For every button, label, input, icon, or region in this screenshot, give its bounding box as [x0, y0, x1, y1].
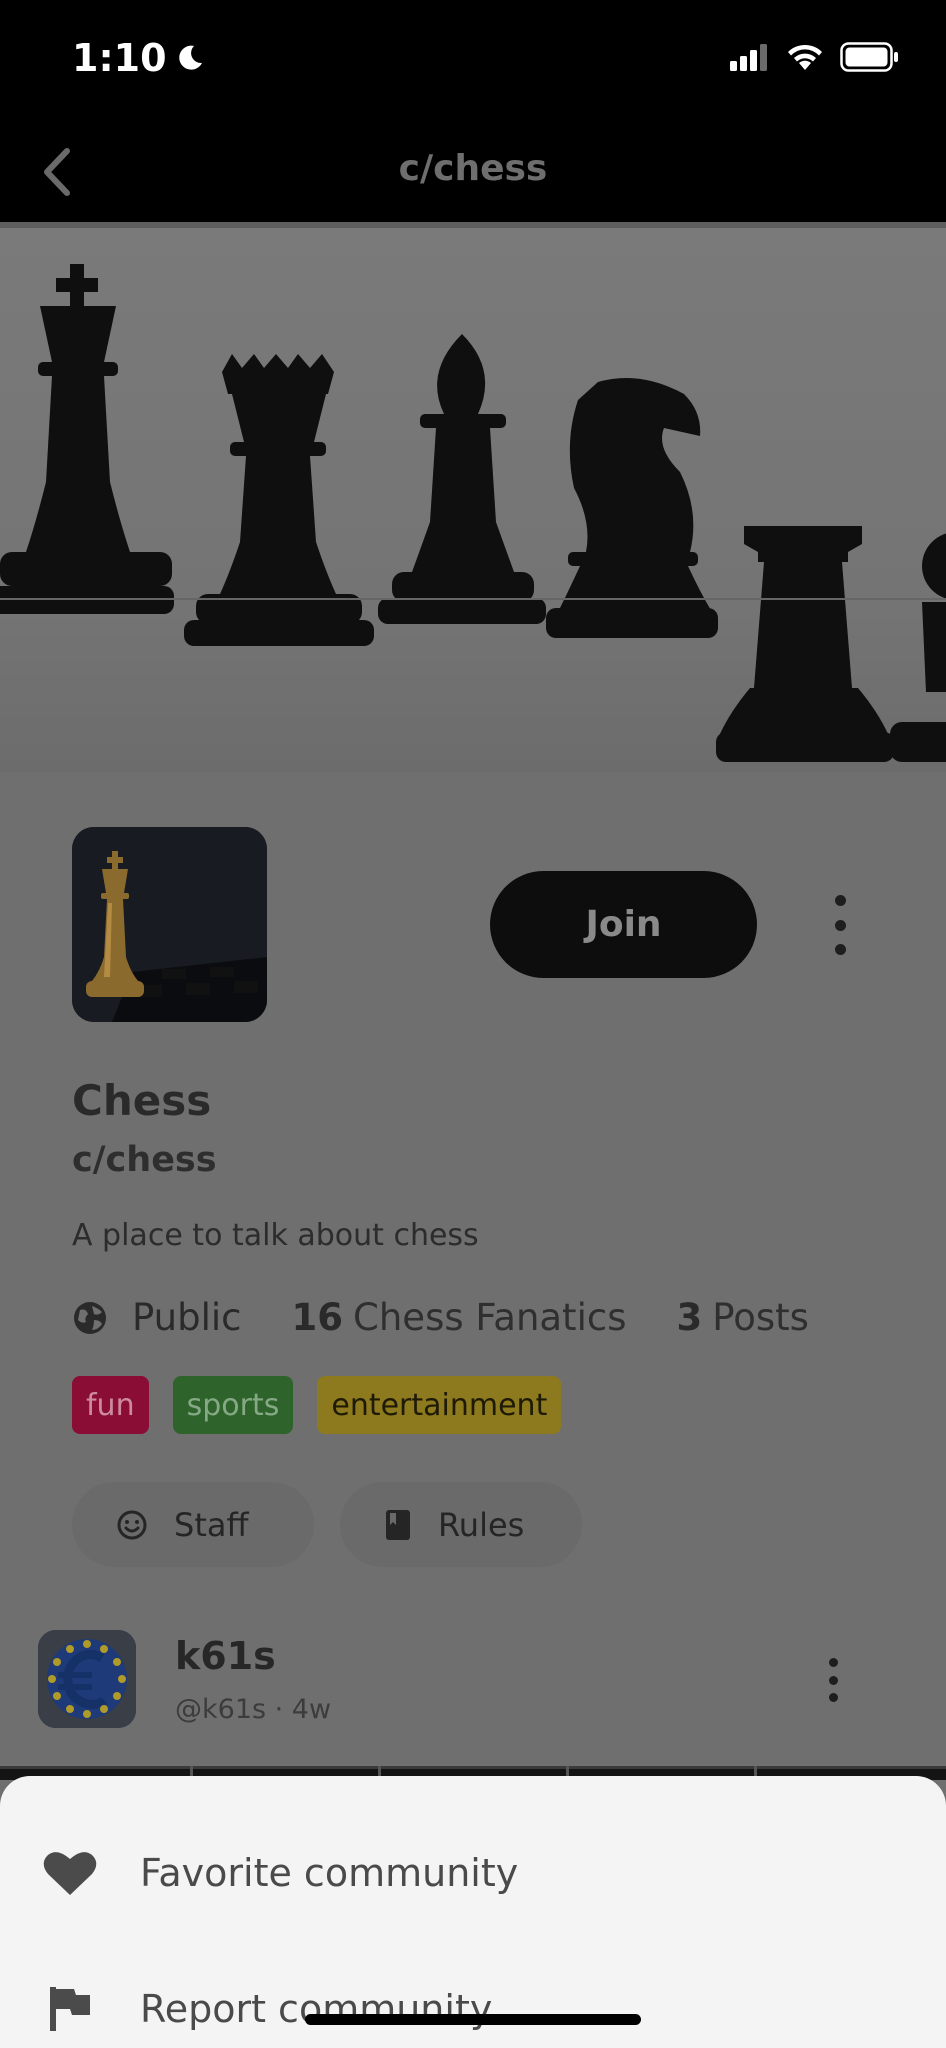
community-action-chips: Staff Rules: [72, 1482, 582, 1567]
community-avatar: [72, 827, 267, 1022]
status-bar: 1:10: [0, 0, 946, 120]
more-vertical-icon-dot: [834, 944, 846, 955]
tag-sports[interactable]: sports: [172, 1376, 294, 1434]
moon-icon: [178, 45, 202, 70]
flag-icon: [40, 1979, 100, 2039]
chess-pieces-banner-image: [0, 222, 946, 762]
post-meta: @k61s · 4w: [175, 1694, 332, 1725]
posts-label: Posts: [712, 1296, 809, 1339]
status-icons: [730, 42, 900, 72]
rules-label: Rules: [438, 1505, 525, 1544]
status-time-text: 1:10: [72, 36, 167, 80]
visibility-label: Public: [132, 1296, 242, 1339]
community-tags: fun sports entertainment: [72, 1376, 562, 1434]
smiley-icon: [117, 1510, 147, 1539]
posts-stat[interactable]: 3 Posts: [676, 1296, 808, 1339]
community-handle: c/chess: [72, 1140, 217, 1180]
tag-entertainment[interactable]: entertainment: [317, 1376, 562, 1434]
book-icon: [386, 1509, 410, 1540]
home-indicator: [305, 2014, 641, 2025]
staff-button[interactable]: Staff: [72, 1482, 314, 1567]
euro-symbol-avatar-image: [38, 1630, 136, 1728]
visibility-stat: Public: [72, 1296, 242, 1339]
nav-bar: c/chess: [0, 120, 946, 222]
join-button[interactable]: Join: [490, 871, 757, 978]
tag-fun[interactable]: fun: [72, 1376, 149, 1434]
globe-icon: [74, 1301, 106, 1334]
community-stats: Public 16 Chess Fanatics 3 Posts: [72, 1296, 809, 1339]
cellular-signal-icon: [730, 44, 767, 71]
community-description: A place to talk about chess: [72, 1218, 479, 1253]
more-vertical-icon-dot: [828, 1693, 838, 1702]
wifi-icon: [788, 44, 822, 70]
heart-icon: [40, 1843, 100, 1903]
king-piece-avatar-image: [72, 827, 267, 1022]
posts-count: 3: [676, 1296, 703, 1339]
post-more-options-button[interactable]: [823, 1658, 843, 1702]
more-vertical-icon-dot: [834, 919, 846, 931]
community-more-options-button[interactable]: [820, 895, 860, 955]
staff-label: Staff: [174, 1505, 249, 1544]
more-vertical-icon-dot: [828, 1675, 838, 1685]
more-vertical-icon-dot: [828, 1658, 838, 1667]
page-title: c/chess: [398, 148, 548, 189]
community-banner: [0, 222, 946, 772]
community-options-sheet: Favorite community Report community: [0, 1776, 946, 2048]
favorite-community-option[interactable]: Favorite community: [0, 1818, 946, 1928]
status-time: 1:10: [72, 36, 205, 80]
battery-icon: [840, 42, 898, 72]
community-name: Chess: [72, 1076, 212, 1125]
more-vertical-icon-dot: [834, 895, 846, 906]
members-stat[interactable]: 16 Chess Fanatics: [292, 1296, 627, 1339]
favorite-community-label: Favorite community: [140, 1851, 519, 1895]
members-label: Chess Fanatics: [353, 1296, 627, 1339]
report-community-option[interactable]: Report community: [0, 1954, 946, 2048]
rules-button[interactable]: Rules: [340, 1482, 582, 1567]
post-author-name[interactable]: k61s: [175, 1634, 276, 1678]
members-count: 16: [291, 1296, 344, 1339]
post-author-avatar[interactable]: [38, 1630, 136, 1728]
